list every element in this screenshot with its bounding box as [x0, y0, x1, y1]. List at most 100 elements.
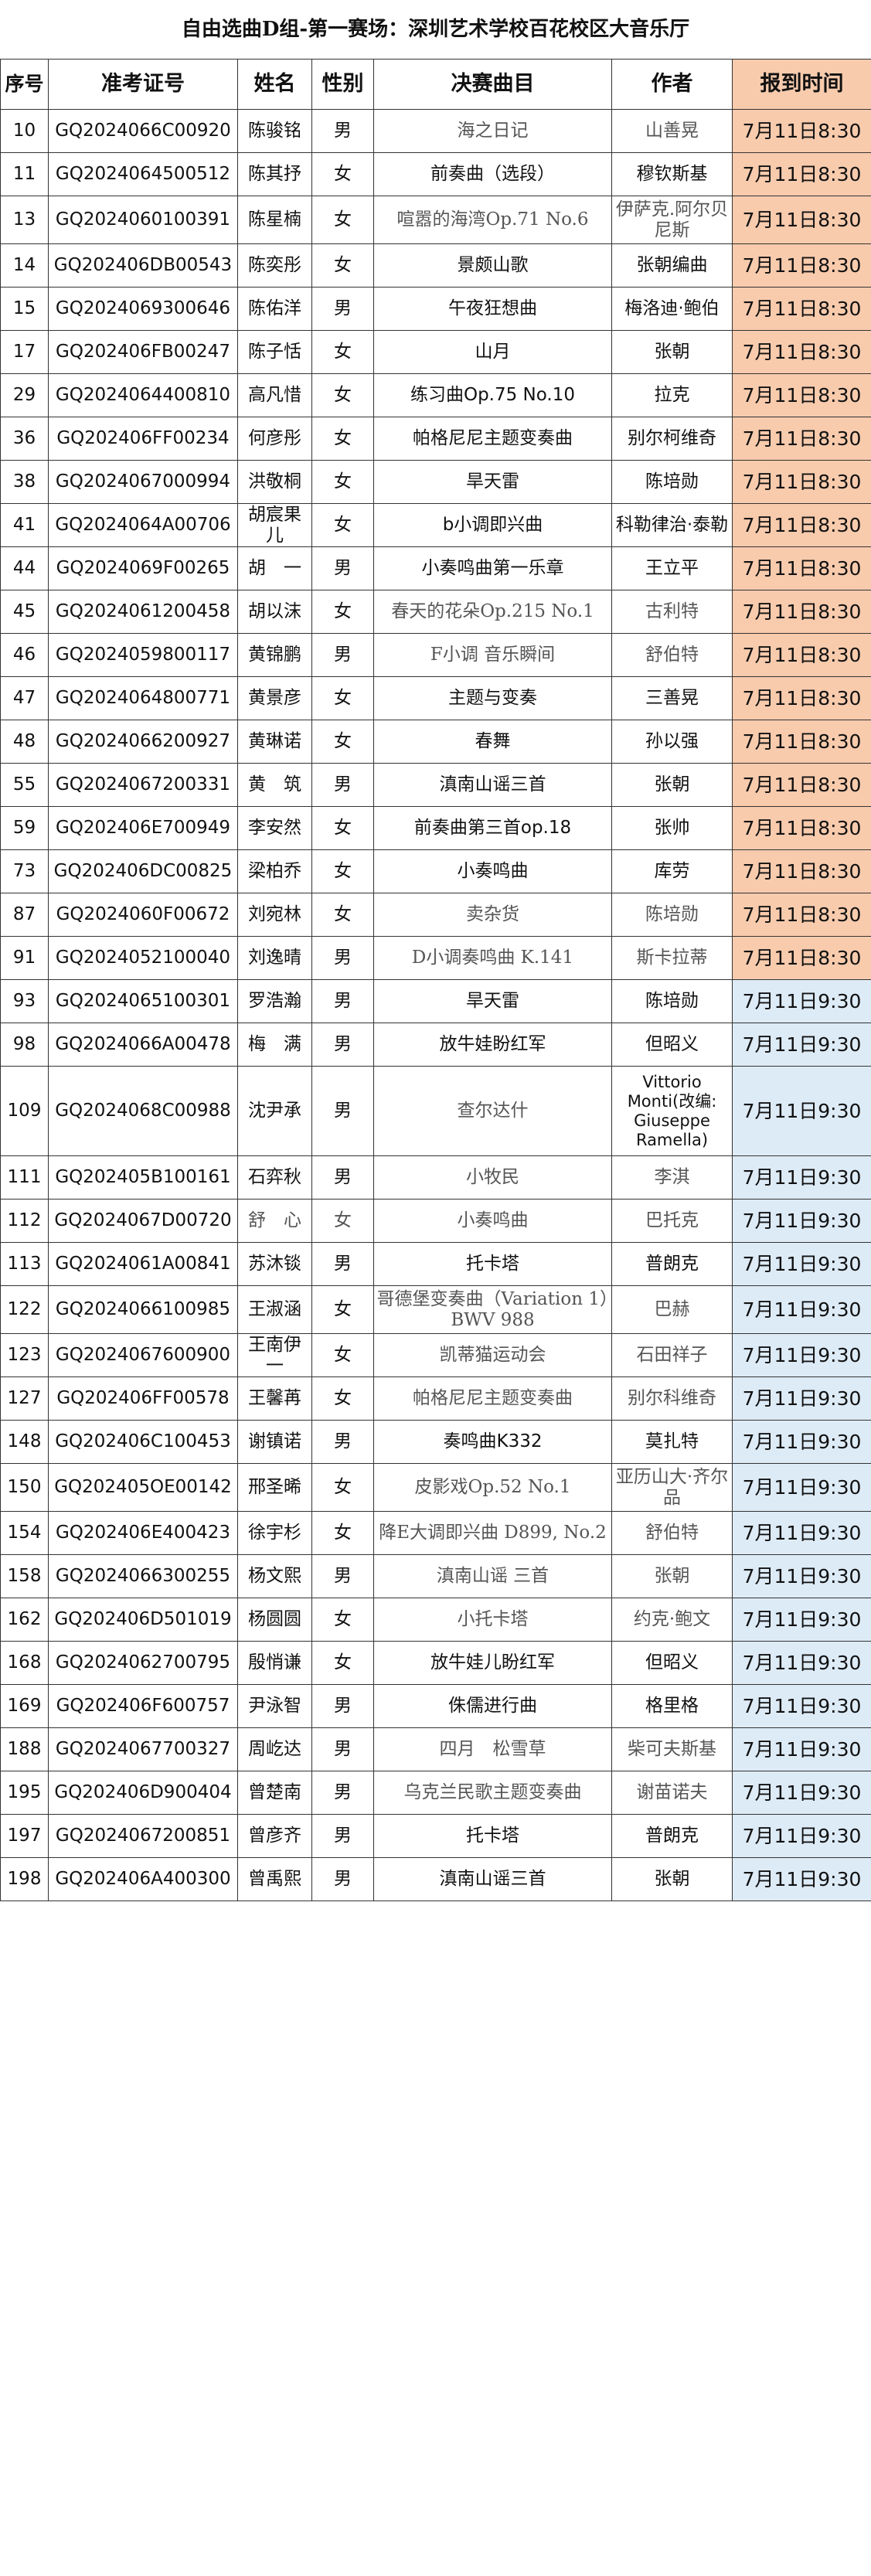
- table-body: 10 GQ2024066C00920 陈骏铭男海之日记 山善晃 7月11日8:30 11 G…: [0, 109, 871, 1901]
- table-row: 113 GQ2024061A00841 苏沐锬男托卡塔 普朗克 7月11日9:30: [0, 1242, 871, 1286]
- cell-time: 7月11日8:30: [732, 417, 871, 461]
- cell-seq: 98: [0, 1023, 49, 1067]
- cell-gender: 女: [311, 1376, 374, 1421]
- cell-piece: 春舞: [373, 720, 612, 764]
- cell-exam-no: GQ2024061A00841: [48, 1242, 238, 1286]
- cell-seq: 93: [0, 979, 49, 1023]
- cell-composer: 舒伯特: [611, 1511, 733, 1555]
- cell-composer: 格里格: [611, 1684, 733, 1728]
- cell-exam-no: GQ2024059800117: [48, 633, 238, 677]
- cell-piece: 旱天雷: [373, 460, 612, 504]
- cell-time: 7月11日9:30: [732, 1511, 871, 1555]
- table-row: 168 GQ2024062700795 殷悄谦女放牛娃儿盼红军 但昭义 7月11日9:3…: [0, 1641, 871, 1685]
- cell-name: 邢圣晞: [237, 1463, 312, 1512]
- cell-time: 7月11日9:30: [732, 1641, 871, 1685]
- cell-gender: 男: [311, 1420, 374, 1464]
- cell-exam-no: GQ2024064400810: [48, 373, 238, 417]
- cell-gender: 男: [311, 1242, 374, 1286]
- cell-time: 7月11日8:30: [732, 936, 871, 980]
- cell-composer: 别尔柯维奇: [611, 417, 733, 461]
- cell-piece: 山月: [373, 330, 612, 374]
- cell-exam-no: GQ202405OE00142: [48, 1463, 238, 1512]
- cell-seq: 59: [0, 806, 49, 850]
- cell-seq: 48: [0, 720, 49, 764]
- cell-gender: 女: [311, 720, 374, 764]
- table-row: 148 GQ202406C100453 谢镇诺男奏鸣曲K332 莫扎特 7月11日9:3…: [0, 1420, 871, 1464]
- cell-time: 7月11日9:30: [732, 1199, 871, 1243]
- cell-name: 杨文熙: [237, 1554, 312, 1598]
- table-row: 45 GQ2024061200458 胡以沫女春天的花朵Op.215 No.1 古利特…: [0, 590, 871, 634]
- cell-seq: 197: [0, 1814, 49, 1858]
- cell-gender: 男: [311, 1727, 374, 1771]
- table-row: 48 GQ2024066200927 黄琳诺女春舞 孙以强 7月11日8:30: [0, 720, 871, 764]
- cell-composer: 石田祥子: [611, 1333, 733, 1377]
- cell-gender: 女: [311, 849, 374, 893]
- cell-name: 沈尹承: [237, 1066, 312, 1156]
- cell-name: 罗浩瀚: [237, 979, 312, 1023]
- cell-composer: 科勒律治·泰勒: [611, 503, 733, 547]
- cell-piece: 春天的花朵Op.215 No.1: [373, 590, 612, 634]
- cell-seq: 195: [0, 1771, 49, 1815]
- cell-seq: 91: [0, 936, 49, 980]
- header-time: 报到时间: [732, 59, 871, 110]
- cell-seq: 158: [0, 1554, 49, 1598]
- cell-composer: 拉克: [611, 373, 733, 417]
- cell-gender: 女: [311, 1641, 374, 1685]
- cell-piece: 放牛娃盼红军: [373, 1023, 612, 1067]
- cell-name: 王馨苒: [237, 1376, 312, 1421]
- cell-exam-no: GQ2024069F00265: [48, 546, 238, 590]
- cell-time: 7月11日9:30: [732, 1155, 871, 1200]
- cell-exam-no: GQ202406A400300: [48, 1857, 238, 1901]
- cell-seq: 154: [0, 1511, 49, 1555]
- cell-time: 7月11日8:30: [732, 196, 871, 244]
- cell-gender: 男: [311, 936, 374, 980]
- cell-name: 杨圆圆: [237, 1598, 312, 1642]
- cell-time: 7月11日9:30: [732, 1023, 871, 1067]
- cell-piece: 哥德堡变奏曲（Variation 1）BWV 988: [373, 1285, 612, 1334]
- table-row: 38 GQ2024067000994 洪敬桐女旱天雷 陈培勋 7月11日8:30: [0, 460, 871, 504]
- table-row: 195 GQ202406D900404 曾楚南男乌克兰民歌主题变奏曲 谢苗诺夫 7月11…: [0, 1771, 871, 1815]
- cell-time: 7月11日8:30: [732, 460, 871, 504]
- table-row: 46 GQ2024059800117 黄锦鹏男 F小调 音乐瞬间 舒伯特 7月11日8:3…: [0, 633, 871, 677]
- cell-seq: 14: [0, 243, 49, 288]
- header-exam-no: 准考证号: [48, 59, 238, 110]
- cell-piece: 午夜狂想曲: [373, 287, 612, 331]
- table-row: 55 GQ2024067200331 黄 筑男滇南山谣三首 张朝 7月11日8:30: [0, 763, 871, 807]
- cell-composer: 莫扎特: [611, 1420, 733, 1464]
- cell-composer: 伊萨克.阿尔贝尼斯: [611, 196, 733, 244]
- cell-gender: 女: [311, 417, 374, 461]
- table-row: 44 GQ2024069F00265 胡 一男小奏鸣曲第一乐章 王立平 7月11日8:3…: [0, 546, 871, 590]
- cell-gender: 女: [311, 676, 374, 720]
- table-row: 59 GQ202406E700949 李安然女前奏曲第三首op.18 张帅 7月11日8…: [0, 806, 871, 850]
- cell-time: 7月11日9:30: [732, 1684, 871, 1728]
- table-row: 197 GQ2024067200851 曾彦齐男托卡塔 普朗克 7月11日9:30: [0, 1814, 871, 1858]
- cell-piece: 主题与变奏: [373, 676, 612, 720]
- cell-time: 7月11日9:30: [732, 1376, 871, 1421]
- cell-name: 王南伊一: [237, 1333, 312, 1377]
- cell-gender: 女: [311, 1511, 374, 1555]
- cell-piece: 小奏鸣曲: [373, 1199, 612, 1243]
- cell-exam-no: GQ2024067200331: [48, 763, 238, 807]
- cell-exam-no: GQ202406DC00825: [48, 849, 238, 893]
- cell-composer: 别尔科维奇: [611, 1376, 733, 1421]
- cell-composer: 张朝: [611, 763, 733, 807]
- cell-name: 陈奕彤: [237, 243, 312, 288]
- cell-exam-no: GQ2024065100301: [48, 979, 238, 1023]
- cell-seq: 17: [0, 330, 49, 374]
- cell-piece: 前奏曲第三首op.18: [373, 806, 612, 850]
- cell-piece: 奏鸣曲K332: [373, 1420, 612, 1464]
- cell-piece: 景颇山歌: [373, 243, 612, 288]
- page-title: 自由选曲D组-第一赛场：深圳艺术学校百花校区大音乐厅: [181, 18, 690, 41]
- cell-piece: 海之日记: [373, 109, 612, 153]
- cell-name: 尹泳智: [237, 1684, 312, 1728]
- cell-exam-no: GQ2024069300646: [48, 287, 238, 331]
- cell-time: 7月11日9:30: [732, 1333, 871, 1377]
- cell-name: 徐宇杉: [237, 1511, 312, 1555]
- cell-exam-no: GQ202406F600757: [48, 1684, 238, 1728]
- cell-exam-no: GQ202406FF00578: [48, 1376, 238, 1421]
- cell-exam-no: GQ2024064800771: [48, 676, 238, 720]
- cell-composer: 柴可夫斯基: [611, 1727, 733, 1771]
- cell-gender: 男: [311, 287, 374, 331]
- table-row: 127 GQ202406FF00578 王馨苒女帕格尼尼主题变奏曲 别尔科维奇 7月11…: [0, 1376, 871, 1421]
- cell-piece: 小奏鸣曲: [373, 849, 612, 893]
